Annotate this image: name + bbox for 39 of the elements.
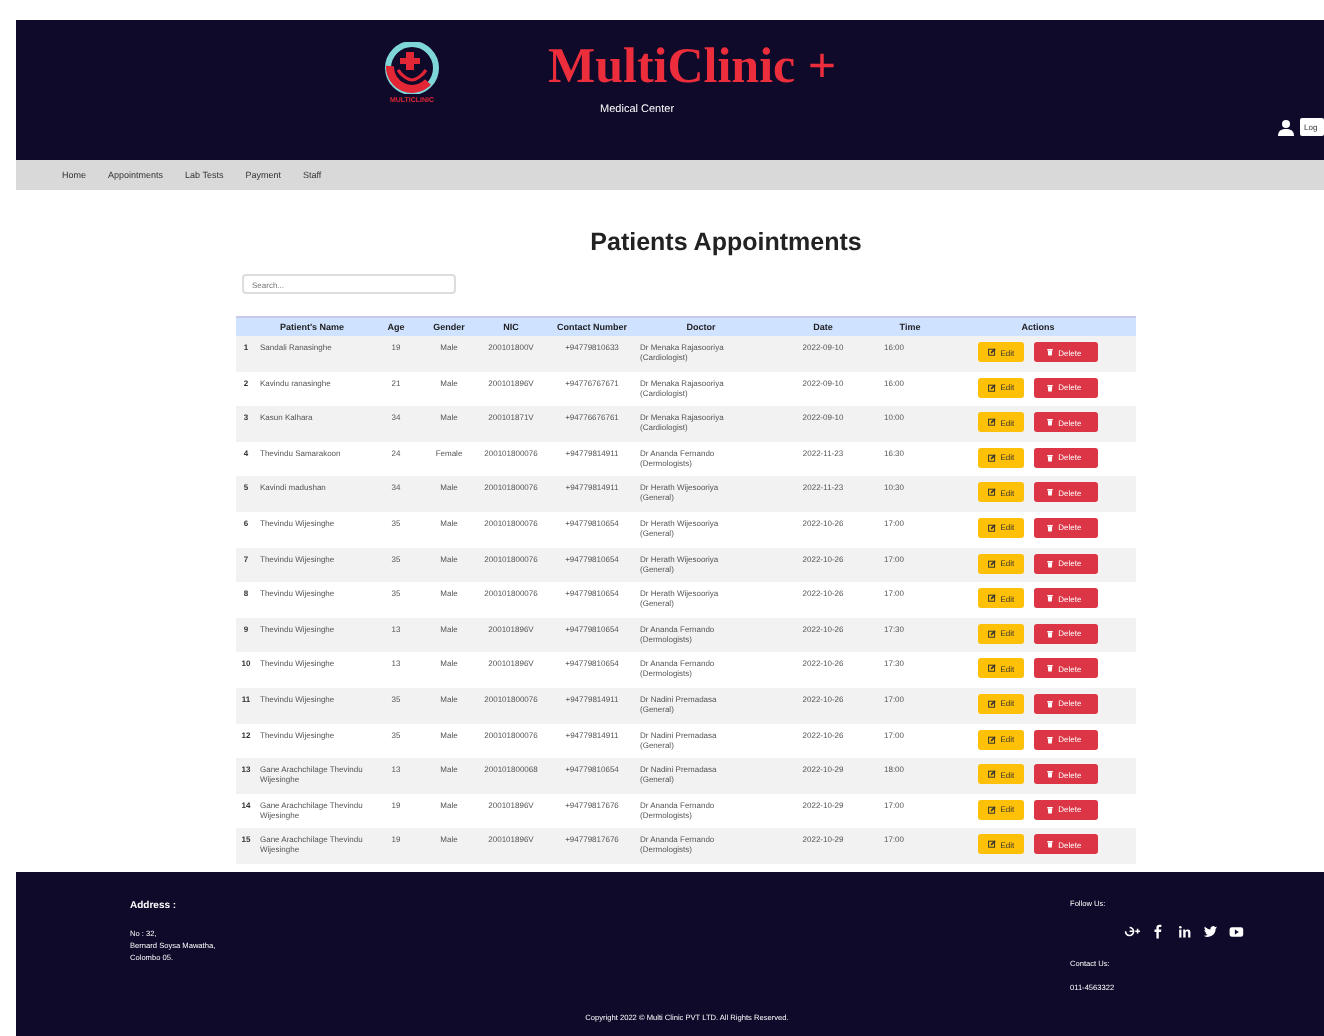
edit-icon	[988, 699, 997, 708]
edit-icon	[988, 523, 997, 532]
trash-icon	[1046, 699, 1055, 708]
youtube-icon[interactable]	[1228, 923, 1244, 940]
linkedin-icon[interactable]	[1176, 923, 1192, 940]
logo-icon	[384, 42, 440, 94]
edit-icon	[988, 735, 997, 744]
trash-icon	[1046, 488, 1055, 497]
trash-icon	[1046, 383, 1055, 392]
edit-icon	[988, 664, 997, 673]
google-plus-icon[interactable]	[1124, 923, 1140, 940]
edit-icon	[988, 559, 997, 568]
edit-icon	[988, 805, 997, 814]
trash-icon	[1046, 594, 1055, 603]
trash-icon	[1046, 559, 1055, 568]
trash-icon	[1046, 348, 1055, 356]
edit-icon	[988, 348, 997, 356]
trash-icon	[1046, 664, 1055, 673]
twitter-icon[interactable]	[1202, 923, 1218, 940]
user-icon[interactable]	[1278, 119, 1294, 135]
trash-icon	[1046, 418, 1055, 427]
trash-icon	[1046, 523, 1055, 532]
edit-icon	[988, 629, 997, 638]
edit-icon	[988, 770, 997, 779]
trash-icon	[1046, 770, 1055, 779]
trash-icon	[1046, 629, 1055, 638]
facebook-icon[interactable]	[1150, 923, 1166, 940]
edit-icon	[988, 383, 997, 392]
edit-icon	[988, 418, 997, 427]
trash-icon	[1046, 453, 1055, 462]
trash-icon	[1046, 735, 1055, 744]
site-title: MultiClinic +	[548, 40, 837, 96]
page-title: Patients Appointments	[588, 228, 864, 256]
edit-icon	[988, 594, 997, 603]
edit-icon	[988, 488, 997, 497]
edit-icon	[988, 840, 997, 849]
edit-icon	[988, 453, 997, 462]
trash-icon	[1046, 805, 1055, 814]
trash-icon	[1046, 840, 1055, 849]
